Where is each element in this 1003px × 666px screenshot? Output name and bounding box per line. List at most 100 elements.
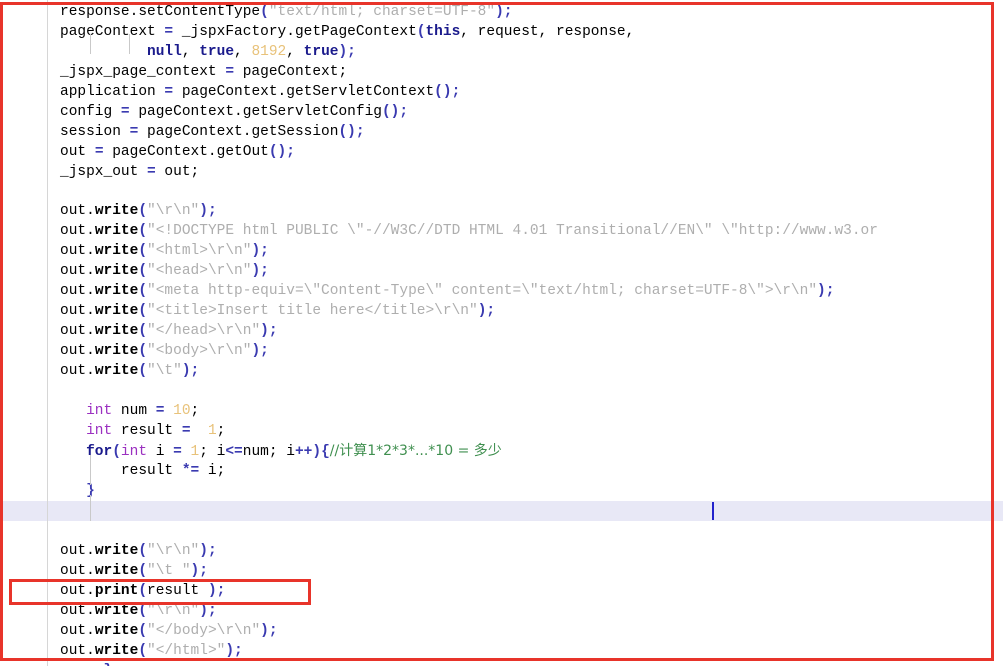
code-token: out. xyxy=(60,543,95,559)
code-line[interactable]: int num = 10; xyxy=(0,401,1003,421)
code-surface[interactable]: response.setContentType("text/html; char… xyxy=(0,0,1003,666)
code-token: "<head>\r\n" xyxy=(147,263,252,279)
code-token: pageContext xyxy=(60,24,165,40)
code-token: ); xyxy=(251,243,269,259)
code-token: this xyxy=(425,24,461,40)
code-line[interactable]: out.write("<html>\r\n"); xyxy=(0,241,1003,261)
code-line[interactable] xyxy=(0,182,1003,202)
code-token: ( xyxy=(138,283,148,299)
code-token: "\r\n" xyxy=(147,603,200,619)
code-line-text: } xyxy=(0,661,113,666)
code-token: (); xyxy=(268,144,295,160)
code-token: out. xyxy=(60,283,95,299)
code-token: pageContext.getOut xyxy=(103,144,269,160)
code-line[interactable]: } xyxy=(0,661,1003,666)
code-token: out xyxy=(60,144,95,160)
code-token: ( xyxy=(138,303,148,319)
code-token: 10 xyxy=(173,403,191,419)
code-token: ( xyxy=(138,203,148,219)
code-token: write xyxy=(94,603,139,619)
code-line[interactable]: session = pageContext.getSession(); xyxy=(0,122,1003,142)
code-line[interactable]: out.write("\r\n"); xyxy=(0,541,1003,561)
code-token: ( xyxy=(260,4,269,20)
code-token: ++ xyxy=(294,444,313,460)
code-line[interactable]: out.write("\t"); xyxy=(0,361,1003,381)
code-line-text: out.write("<title>Insert title here</tit… xyxy=(0,301,495,321)
code-line[interactable]: _jspx_out = out; xyxy=(0,162,1003,182)
code-line-text: result *= i; xyxy=(0,461,225,481)
code-line[interactable]: int result = 1; xyxy=(0,421,1003,441)
code-token: = xyxy=(173,444,182,460)
code-token: pageContext.getServletContext xyxy=(173,84,435,100)
code-line[interactable]: out.print(result ); xyxy=(0,581,1003,601)
code-token: ); xyxy=(181,363,200,379)
code-line[interactable]: } xyxy=(0,481,1003,501)
code-token: ( xyxy=(138,343,148,359)
code-line-text: out.write("\r\n"); xyxy=(0,201,217,221)
code-line[interactable] xyxy=(0,521,1003,541)
code-token: out. xyxy=(60,623,95,639)
code-token: = xyxy=(164,84,174,100)
code-line[interactable]: out = pageContext.getOut(); xyxy=(0,142,1003,162)
code-editor-view[interactable]: response.setContentType("text/html; char… xyxy=(0,0,1003,666)
code-line-text: pageContext = _jspxFactory.getPageContex… xyxy=(0,22,634,42)
code-token: "\r\n" xyxy=(147,203,200,219)
code-line-text: out.write("<head>\r\n"); xyxy=(0,261,269,281)
code-line[interactable]: out.write("<!DOCTYPE html PUBLIC \"-//W3… xyxy=(0,221,1003,241)
code-line[interactable]: out.write("<head>\r\n"); xyxy=(0,261,1003,281)
code-line[interactable]: out.write("\r\n"); xyxy=(0,201,1003,221)
code-line[interactable]: out.write("<meta http-equiv=\"Content-Ty… xyxy=(0,281,1003,301)
code-token: ( xyxy=(138,623,148,639)
code-token: i; xyxy=(199,463,226,479)
code-token: int xyxy=(86,423,113,439)
code-token: , xyxy=(286,44,304,60)
code-line[interactable]: out.write("</body>\r\n"); xyxy=(0,621,1003,641)
code-token: true xyxy=(199,44,235,60)
code-token: write xyxy=(94,563,139,579)
code-line[interactable]: out.write("<title>Insert title here</tit… xyxy=(0,301,1003,321)
code-line[interactable]: _jspx_page_context = pageContext; xyxy=(0,62,1003,82)
code-token: write xyxy=(94,323,139,339)
current-line-highlight xyxy=(0,501,1003,521)
code-line[interactable]: null, true, 8192, true); xyxy=(0,42,1003,62)
code-line[interactable]: for(int i = 1; i<=num; i++){//计算1*2*3*..… xyxy=(0,441,1003,461)
code-token: 8192 xyxy=(251,44,287,60)
code-line[interactable]: out.write("</html>"); xyxy=(0,641,1003,661)
code-token: result xyxy=(112,423,182,439)
code-token: config xyxy=(60,104,121,120)
code-line[interactable] xyxy=(0,381,1003,401)
code-line[interactable]: response.setContentType("text/html; char… xyxy=(0,2,1003,22)
code-token: (); xyxy=(381,104,409,120)
code-token: ); xyxy=(817,283,835,299)
code-line[interactable]: out.write("\r\n"); xyxy=(0,601,1003,621)
code-token: result xyxy=(147,583,208,599)
code-token: , xyxy=(181,44,200,60)
code-line[interactable]: out.write("\t "); xyxy=(0,561,1003,581)
code-token: *= xyxy=(181,463,200,479)
code-token: ){ xyxy=(312,444,330,460)
code-line[interactable]: pageContext = _jspxFactory.getPageContex… xyxy=(0,22,1003,42)
code-token: out. xyxy=(60,343,95,359)
code-token: write xyxy=(94,303,139,319)
code-token: out; xyxy=(155,164,200,180)
code-line-text: out = pageContext.getOut(); xyxy=(0,142,295,162)
code-line[interactable]: result *= i; xyxy=(0,461,1003,481)
code-line[interactable]: out.write("</head>\r\n"); xyxy=(0,321,1003,341)
code-token: write xyxy=(94,243,139,259)
code-line[interactable]: config = pageContext.getServletConfig(); xyxy=(0,102,1003,122)
code-token: <= xyxy=(225,444,243,460)
code-token: ( xyxy=(138,543,148,559)
code-token: out. xyxy=(60,223,95,239)
code-token: "\r\n" xyxy=(147,543,200,559)
code-token: write xyxy=(94,643,139,659)
code-token: , request, response, xyxy=(460,24,635,40)
code-line[interactable]: out.write("<body>\r\n"); xyxy=(0,341,1003,361)
code-line-text: out.print(result ); xyxy=(0,581,225,601)
code-line[interactable]: application = pageContext.getServletCont… xyxy=(0,82,1003,102)
code-token: ( xyxy=(138,363,148,379)
code-token: pageContext.getServletConfig xyxy=(129,104,382,120)
code-token: out. xyxy=(60,363,95,379)
